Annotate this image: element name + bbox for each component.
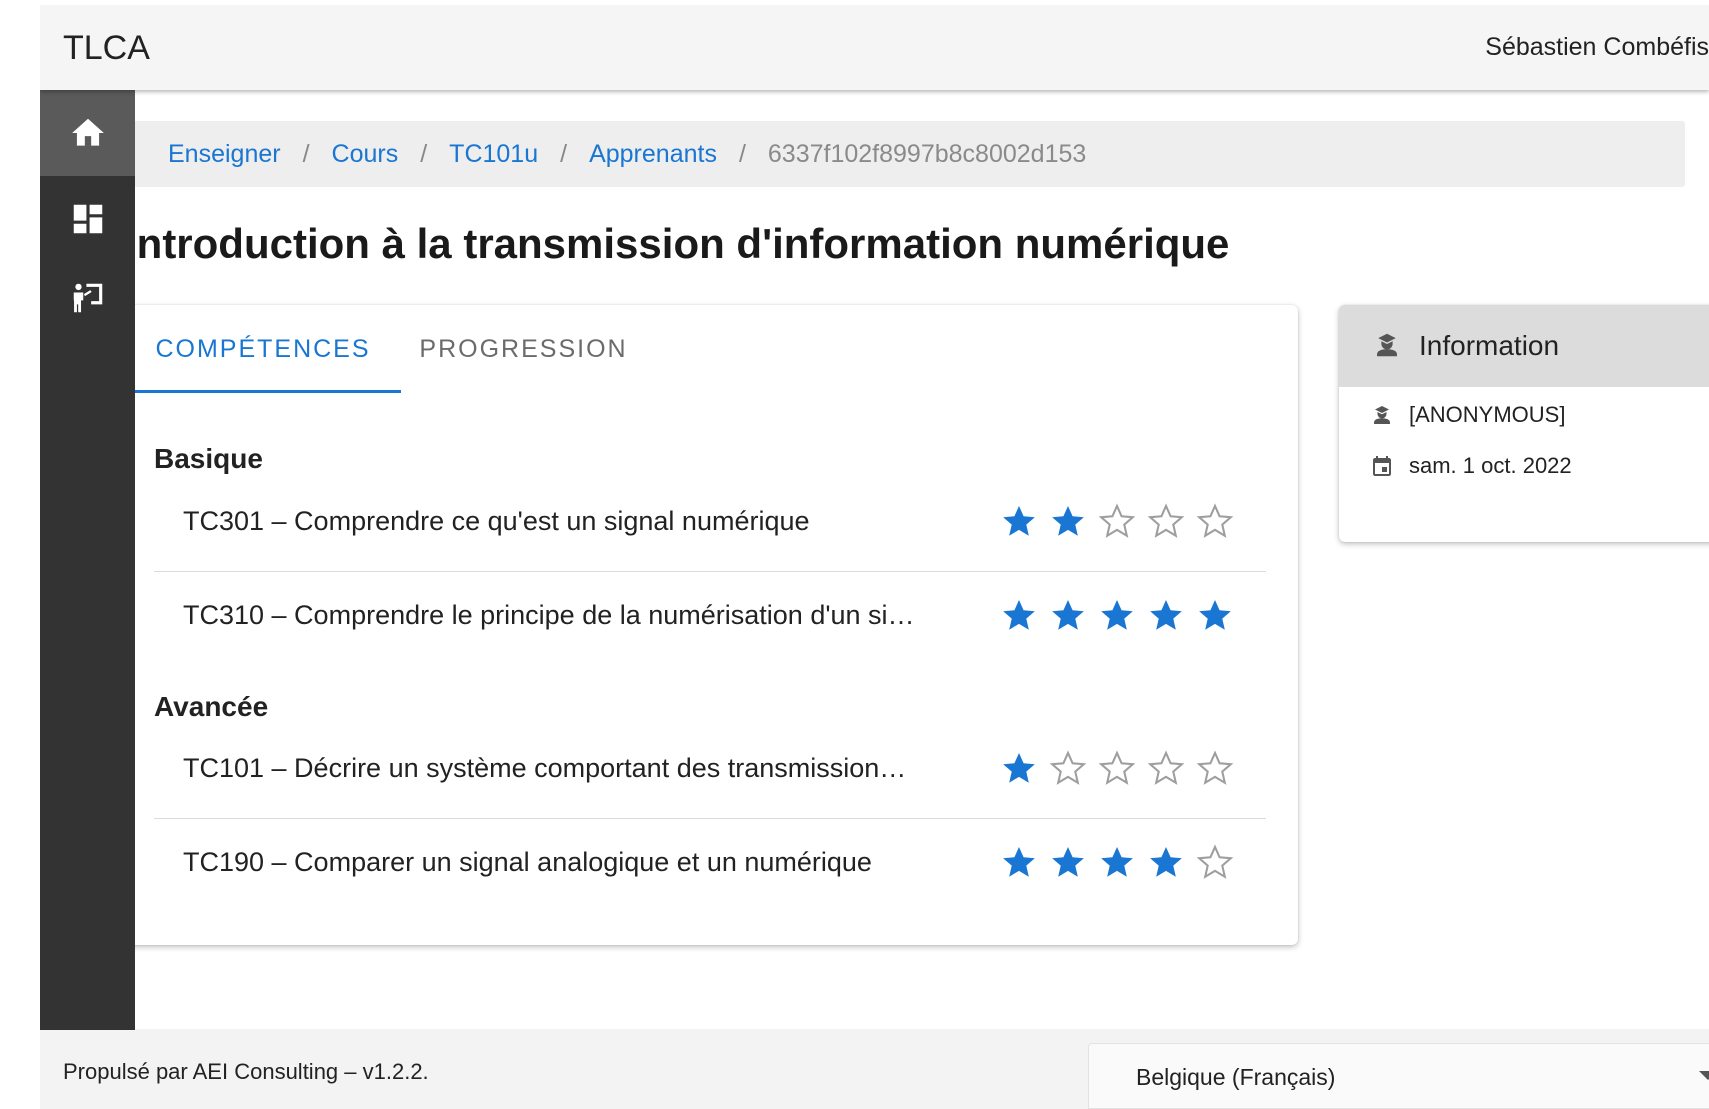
competence-rating	[1000, 749, 1245, 787]
top-bar: TLCA Sébastien Combéfis	[40, 5, 1709, 90]
info-card: Information [ANONYMOUS] sam. 1 oct. 2022	[1339, 305, 1709, 542]
star-filled-icon	[1101, 846, 1133, 877]
info-date: sam. 1 oct. 2022	[1370, 451, 1572, 481]
teacher-icon	[73, 283, 102, 313]
footer-credits: Propulsé par AEI Consulting – v1.2.2.	[63, 1059, 429, 1084]
star-empty-icon	[1098, 750, 1136, 785]
footer: Propulsé par AEI Consulting – v1.2.2. Be…	[40, 1029, 1709, 1109]
competence-label: TC301 – Comprendre ce qu'est un signal n…	[183, 506, 810, 536]
sidebar-item-home[interactable]	[40, 90, 135, 176]
competence-rating	[1000, 502, 1245, 540]
info-card-header: Information	[1339, 305, 1709, 387]
dashboard-icon	[73, 204, 102, 234]
competence-rating	[1000, 843, 1245, 881]
competence-row[interactable]: TC101 – Décrire un système comportant de…	[154, 725, 1266, 819]
star-empty-icon	[1147, 750, 1185, 785]
breadcrumb-link-course[interactable]: TC101u	[449, 140, 538, 169]
star-empty-icon	[1098, 503, 1136, 538]
star-filled-icon	[1052, 846, 1084, 877]
star-empty-icon	[1196, 844, 1234, 879]
competence-row[interactable]: TC190 – Comparer un signal analogique et…	[154, 819, 1266, 912]
star-filled-icon	[1101, 599, 1133, 630]
star-filled-icon	[1003, 752, 1035, 783]
star-filled-icon	[1199, 599, 1231, 630]
student-icon	[1374, 406, 1390, 424]
tab-competences[interactable]: COMPÉTENCES	[125, 305, 401, 393]
home-icon	[71, 118, 104, 146]
breadcrumb-separator: /	[738, 139, 746, 168]
star-filled-icon	[1052, 505, 1084, 536]
breadcrumb-link-apprenants[interactable]: Apprenants	[589, 140, 717, 169]
tab-indicator	[125, 390, 401, 393]
breadcrumb-current: 6337f102f8997b8c8002d153	[767, 139, 1087, 168]
star-filled-icon	[1003, 505, 1035, 536]
star-filled-icon	[1052, 599, 1084, 630]
sidebar-item-teach[interactable]	[40, 255, 135, 341]
sidebar-item-dashboard[interactable]	[40, 176, 135, 262]
competence-label: TC190 – Comparer un signal analogique et…	[183, 847, 872, 877]
competence-row[interactable]: TC301 – Comprendre ce qu'est un signal n…	[154, 478, 1266, 572]
star-empty-icon	[1196, 503, 1234, 538]
breadcrumb-separator: /	[302, 139, 310, 168]
competence-label: TC101 – Décrire un système comportant de…	[183, 753, 907, 783]
star-empty-icon	[1049, 750, 1087, 785]
info-learner: [ANONYMOUS]	[1370, 400, 1565, 430]
dropdown-arrow-icon	[1699, 1071, 1709, 1080]
breadcrumb: Enseigner / Cours / TC101u / Apprenants …	[125, 121, 1685, 187]
star-filled-icon	[1003, 599, 1035, 630]
breadcrumb-separator: /	[420, 139, 428, 168]
breadcrumb-link-cours[interactable]: Cours	[332, 140, 399, 169]
competence-rating	[1000, 596, 1245, 634]
competence-label: TC310 – Comprendre le principe de la num…	[183, 600, 915, 630]
breadcrumb-separator: /	[560, 139, 568, 168]
info-learner-value: [ANONYMOUS]	[1409, 402, 1566, 427]
section-title-avancee: Avancée	[154, 691, 269, 722]
competences-card: COMPÉTENCES PROGRESSION Basique TC301 – …	[125, 305, 1298, 945]
info-card-title: Information	[1419, 330, 1560, 361]
language-select-value: Belgique (Français)	[1136, 1064, 1336, 1090]
star-filled-icon	[1003, 846, 1035, 877]
calendar-icon	[1373, 456, 1391, 476]
language-select[interactable]: Belgique (Français)	[1088, 1043, 1709, 1109]
section-title-basique: Basique	[154, 443, 263, 474]
student-icon	[1377, 333, 1397, 357]
star-empty-icon	[1147, 503, 1185, 538]
star-empty-icon	[1196, 750, 1234, 785]
star-filled-icon	[1150, 846, 1182, 877]
page-title: Introduction à la transmission d'informa…	[125, 220, 1230, 267]
breadcrumb-link-enseigner[interactable]: Enseigner	[168, 140, 281, 169]
info-date-value: sam. 1 oct. 2022	[1409, 453, 1572, 478]
user-menu[interactable]: Sébastien Combéfis	[1485, 33, 1709, 62]
tab-bar: COMPÉTENCES PROGRESSION	[125, 305, 1298, 393]
app-title[interactable]: TLCA	[63, 29, 150, 68]
star-filled-icon	[1150, 599, 1182, 630]
sidebar	[40, 90, 135, 1030]
competence-row[interactable]: TC310 – Comprendre le principe de la num…	[154, 572, 1266, 665]
tab-progression[interactable]: PROGRESSION	[401, 305, 646, 393]
